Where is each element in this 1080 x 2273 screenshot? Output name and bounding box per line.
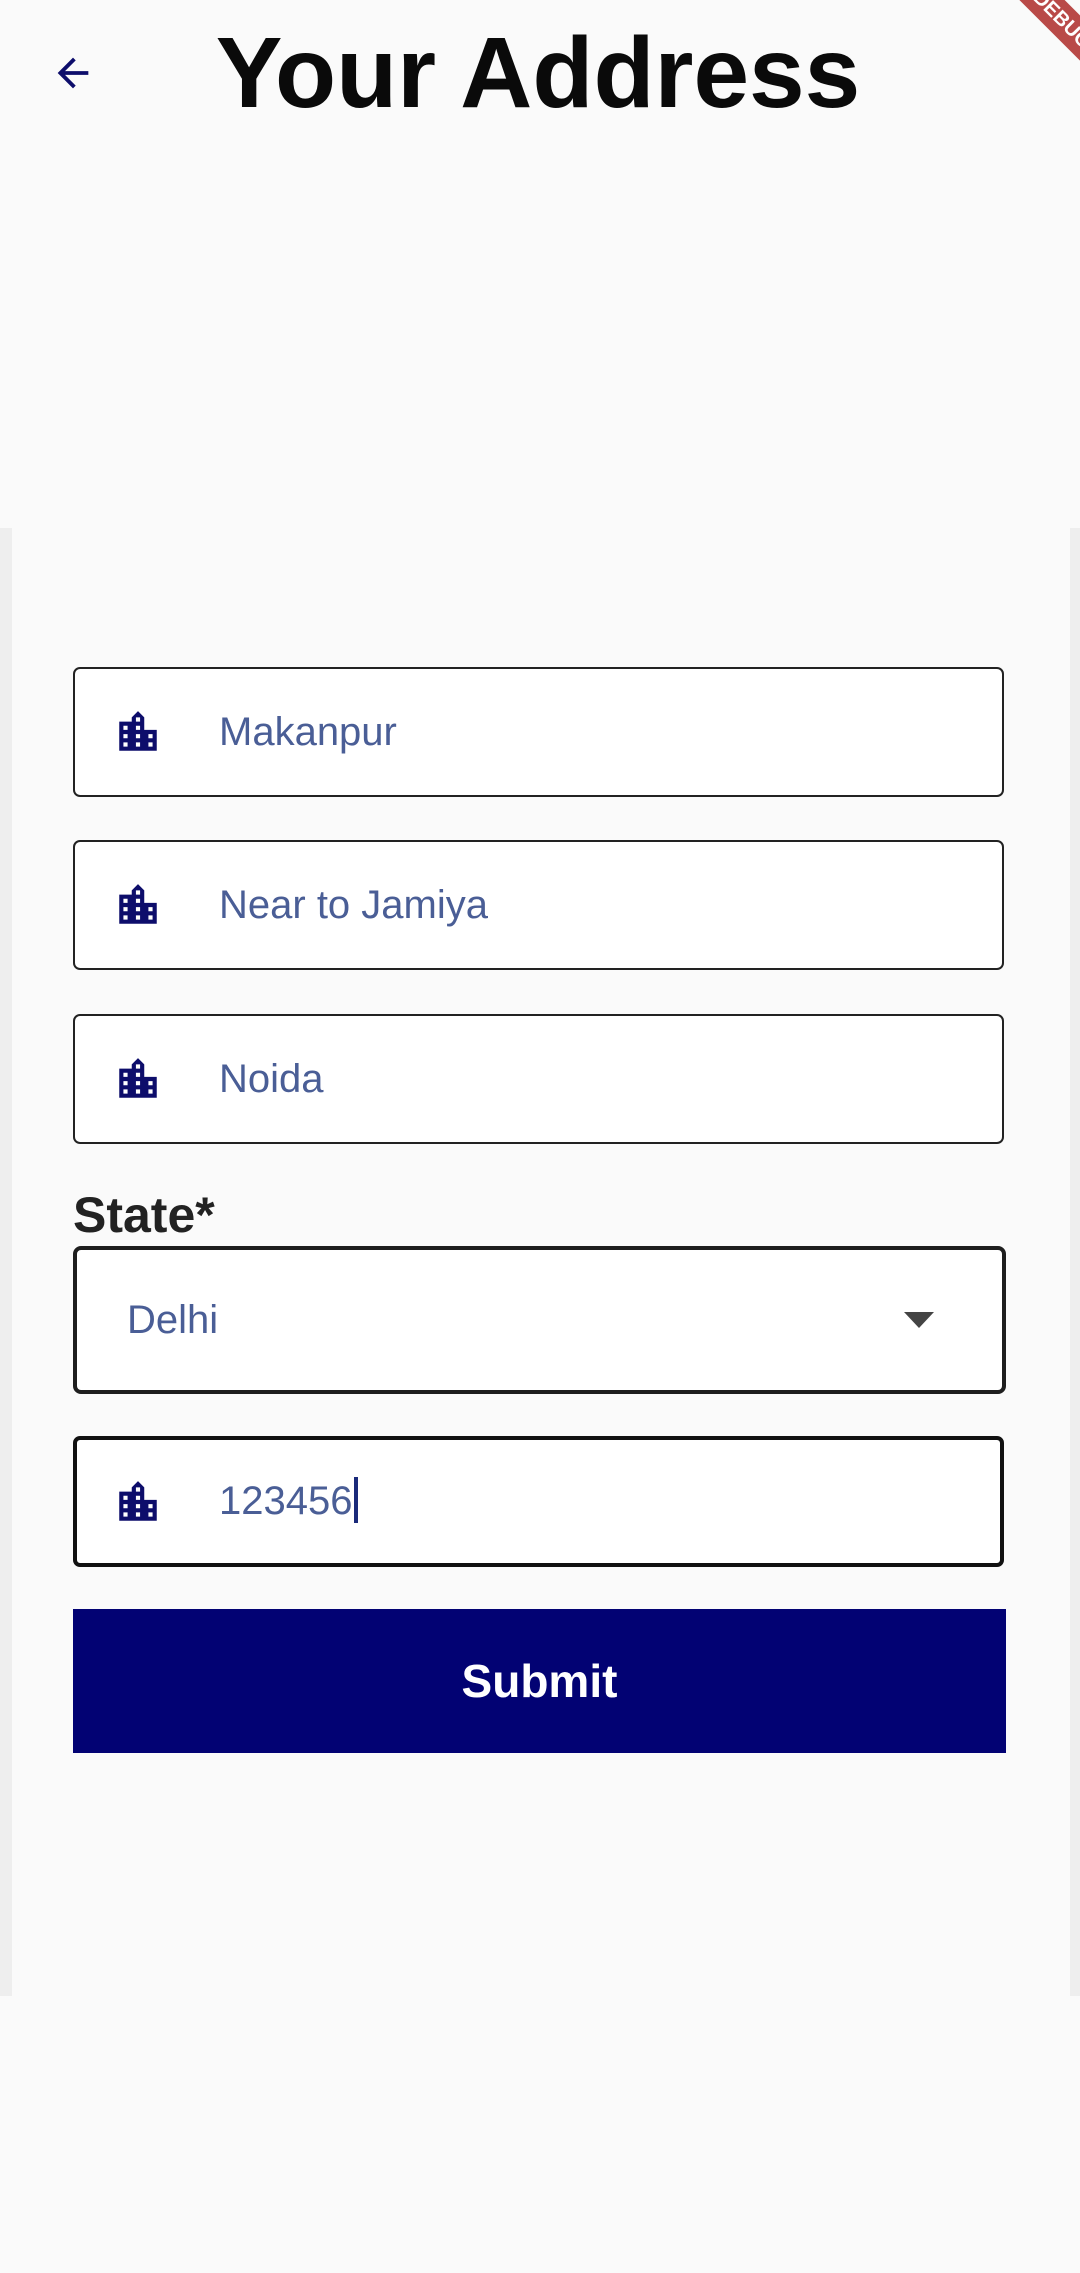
address-line2-field[interactable]: Near to Jamiya [73,840,1004,970]
location-city-icon [110,877,166,933]
card-edge-right [1070,528,1080,1996]
city-value: Noida [219,1056,324,1101]
address-line1-field[interactable]: Makanpur [73,667,1004,797]
card-edge-left [0,528,12,1996]
location-city-icon [110,704,166,760]
state-label: State* [73,1187,215,1243]
address-line1-value: Makanpur [219,709,397,754]
debug-banner: DEBUG [1000,0,1080,80]
dropdown-arrow-icon [904,1312,934,1328]
city-field[interactable]: Noida [73,1014,1004,1144]
app-bar: Your Address DEBUG [0,0,1080,150]
pincode-input: 123456 [219,1477,359,1524]
pincode-value: 123456 [219,1479,353,1523]
pincode-field[interactable]: 123456 [73,1436,1004,1567]
state-dropdown[interactable]: Delhi [73,1246,1006,1394]
page-title: Your Address [215,17,861,129]
location-city-icon [110,1474,166,1530]
text-cursor [354,1477,359,1524]
address-line2-value: Near to Jamiya [219,882,488,927]
state-selected-value: Delhi [127,1297,219,1342]
submit-button[interactable]: Submit [73,1609,1006,1753]
location-city-icon [110,1051,166,1107]
debug-banner-text: DEBUG [1000,0,1080,80]
